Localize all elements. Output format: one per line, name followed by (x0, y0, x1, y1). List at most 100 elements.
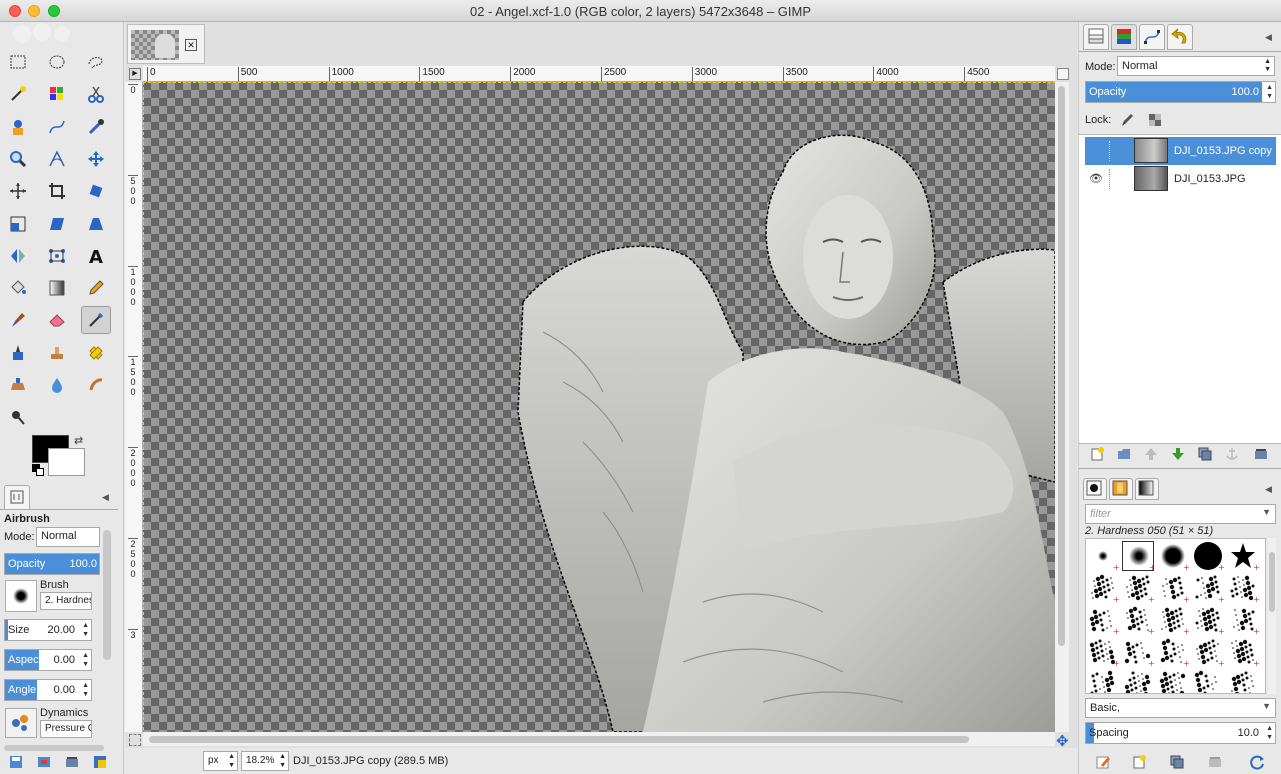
new-layer-group-button[interactable] (1114, 444, 1134, 464)
angle-slider[interactable]: Angle 0.00 ▲ ▼ (4, 679, 92, 701)
patterns-tab[interactable] (1109, 478, 1133, 500)
ink-tool-button[interactable] (3, 339, 33, 367)
brush-item[interactable]: + (1122, 605, 1154, 635)
rect-select-tool-button[interactable] (3, 48, 33, 76)
layers-tab[interactable] (1083, 24, 1109, 50)
reset-options-button[interactable] (90, 752, 110, 772)
brush-item[interactable]: + (1122, 669, 1154, 693)
heal-tool-button[interactable] (81, 339, 111, 367)
brush-item[interactable]: + (1192, 669, 1224, 693)
vertical-scrollbar[interactable] (1055, 82, 1069, 732)
tool-options-scrollbar[interactable] (103, 530, 111, 660)
channels-tab[interactable] (1111, 24, 1137, 50)
layer-opacity-spin-icon[interactable]: ▲ ▼ (1266, 83, 1273, 101)
crop-tool-button[interactable] (42, 177, 72, 205)
lock-pixels-button[interactable] (1117, 110, 1137, 130)
measure-tool-button[interactable] (42, 145, 72, 173)
delete-options-button[interactable] (62, 752, 82, 772)
new-layer-button[interactable] (1087, 444, 1107, 464)
raise-layer-button[interactable] (1141, 444, 1161, 464)
blur-tool-button[interactable] (42, 371, 72, 399)
pencil-tool-button[interactable] (81, 274, 111, 302)
aspect-ratio-slider[interactable]: Aspect Ratio 0.00 ▲▼ (4, 649, 92, 671)
brush-item[interactable]: + (1227, 541, 1259, 571)
image-canvas[interactable] (143, 82, 1055, 732)
spacing-spin-icon[interactable]: ▲ ▼ (1266, 724, 1273, 742)
layer-name[interactable]: DJI_0153.JPG (1174, 173, 1246, 185)
panel-menu-icon[interactable]: ◀ (102, 492, 112, 502)
gradients-tab[interactable] (1135, 478, 1159, 500)
layer-opacity-slider[interactable]: Opacity 100.0 ▲ ▼ (1085, 81, 1276, 103)
brush-item[interactable]: + (1192, 541, 1224, 571)
free-select-tool-button[interactable] (81, 48, 111, 76)
blend-tool-button[interactable] (42, 274, 72, 302)
brush-item[interactable]: + (1122, 541, 1154, 571)
brush-item[interactable]: + (1192, 573, 1224, 603)
airbrush-tool-button[interactable] (81, 306, 111, 335)
brush-item[interactable]: + (1227, 637, 1259, 667)
brush-item[interactable]: + (1087, 637, 1119, 667)
mode-select[interactable]: Normal (36, 527, 100, 547)
brush-item[interactable]: + (1122, 637, 1154, 667)
rotate-tool-button[interactable] (81, 177, 111, 205)
size-slider[interactable]: Size 20.00 ▲ ▼ (4, 619, 92, 641)
background-color-swatch[interactable] (48, 448, 85, 476)
dynamics-name-field[interactable]: Pressure Opacity (40, 720, 92, 738)
brush-preview[interactable] (5, 580, 37, 612)
smudge-tool-button[interactable] (81, 371, 111, 399)
delete-brush-button[interactable] (1205, 752, 1225, 772)
paths-tool-button[interactable] (42, 113, 72, 141)
vertical-ruler[interactable]: 0 500 1000 1500 2000 2500 3 (125, 82, 143, 732)
scissors-select-tool-button[interactable] (81, 80, 111, 108)
close-image-tab-icon[interactable]: ✕ (185, 39, 197, 51)
brushes-tab[interactable] (1083, 478, 1107, 500)
eraser-tool-button[interactable] (42, 306, 72, 334)
zoom-select[interactable]: 18.2% ▲ ▼ (241, 751, 289, 771)
brush-preset-select[interactable]: Basic, ▼ (1085, 698, 1276, 718)
tool-options-tab[interactable] (4, 485, 30, 509)
brushes-panel-menu-icon[interactable]: ◀ (1265, 484, 1275, 494)
image-tab[interactable]: ✕ (127, 24, 205, 64)
brush-item[interactable]: + (1087, 669, 1119, 693)
opacity-slider[interactable]: Opacity 100.0 (4, 553, 100, 575)
flip-tool-button[interactable] (3, 242, 33, 270)
shear-tool-button[interactable] (42, 210, 72, 238)
scale-tool-button[interactable] (3, 210, 33, 238)
color-select-tool-button[interactable] (42, 80, 72, 108)
bucket-fill-tool-button[interactable] (3, 274, 33, 302)
layer-name[interactable]: DJI_0153.JPG copy (1174, 145, 1272, 157)
brush-name-field[interactable]: 2. Hardness 050 (40, 592, 92, 610)
layer-mode-select[interactable]: Normal ▲ ▼ (1117, 56, 1275, 76)
duplicate-layer-button[interactable] (1195, 444, 1215, 464)
brush-item[interactable]: + (1087, 605, 1119, 635)
brush-item[interactable]: + (1157, 605, 1189, 635)
duplicate-brush-button[interactable] (1167, 752, 1187, 772)
dynamics-preview[interactable] (5, 708, 37, 738)
aspect-spin-icon[interactable]: ▲ ▼ (82, 651, 89, 669)
brush-item[interactable]: + (1192, 637, 1224, 667)
navigate-corner-icon[interactable] (1057, 68, 1069, 80)
edit-brush-button[interactable] (1093, 752, 1113, 772)
undo-history-tab[interactable] (1167, 24, 1193, 50)
text-tool-button[interactable]: A (81, 242, 111, 270)
perspective-clone-tool-button[interactable] (3, 371, 33, 399)
save-options-button[interactable] (6, 752, 26, 772)
restore-options-button[interactable] (34, 752, 54, 772)
angle-spin-icon[interactable]: ▲ ▼ (82, 681, 89, 699)
ellipse-select-tool-button[interactable] (42, 48, 72, 76)
layers-panel-menu-icon[interactable]: ◀ (1265, 32, 1275, 42)
zoom-tool-button[interactable] (3, 145, 33, 173)
brush-item[interactable]: + (1227, 669, 1259, 693)
brushes-scrollbar[interactable] (1268, 538, 1276, 694)
new-brush-button[interactable] (1129, 752, 1149, 772)
refresh-brushes-button[interactable] (1247, 752, 1267, 772)
lower-layer-button[interactable] (1168, 444, 1188, 464)
align-tool-button[interactable] (3, 177, 33, 205)
swap-colors-icon[interactable]: ⇄ (74, 434, 83, 447)
lock-alpha-button[interactable] (1145, 110, 1165, 130)
brush-item[interactable]: + (1157, 573, 1189, 603)
color-picker-tool-button[interactable] (81, 113, 111, 141)
clone-tool-button[interactable] (42, 339, 72, 367)
visibility-toggle[interactable] (1089, 145, 1101, 157)
brush-item[interactable]: + (1192, 605, 1224, 635)
